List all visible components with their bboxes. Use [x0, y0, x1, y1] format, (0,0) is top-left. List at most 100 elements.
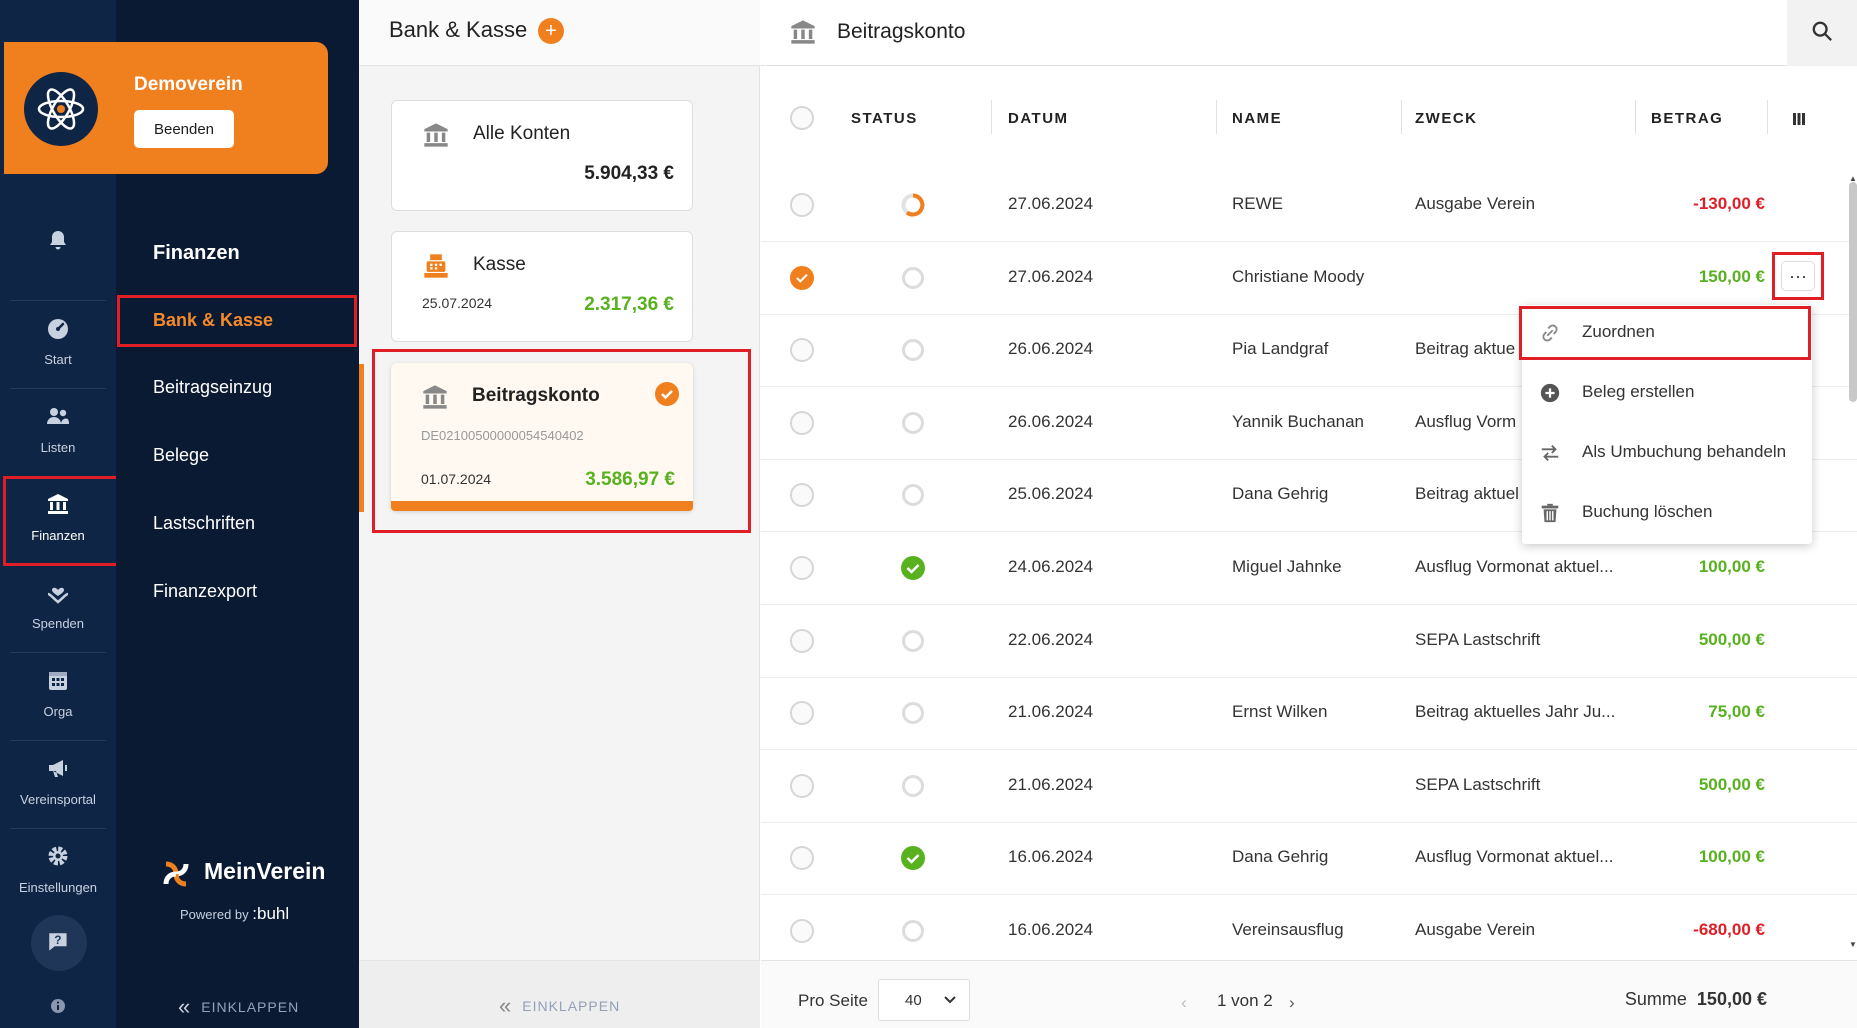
row-amount: 100,00 € — [1698, 557, 1765, 576]
row-date: 22.06.2024 — [1008, 629, 1094, 649]
donation-icon — [47, 587, 69, 604]
rail-notifications[interactable] — [0, 212, 116, 298]
per-page-select[interactable]: 40 — [878, 979, 970, 1021]
column-divider — [1767, 100, 1768, 134]
swap-arrows-icon — [1541, 445, 1559, 461]
status-done-icon — [901, 846, 925, 871]
nav-active-highlight — [117, 295, 357, 347]
select-all-checkbox[interactable] — [790, 106, 814, 130]
chevron-right-icon[interactable]: › — [1289, 993, 1295, 1013]
help-chat-button[interactable]: ? — [31, 915, 87, 971]
menu-item-beleg-erstellen[interactable]: Beleg erstellen — [1522, 365, 1812, 423]
status-open-icon — [901, 338, 925, 362]
row-amount: 500,00 € — [1698, 629, 1765, 649]
menu-item-buchung-loeschen[interactable]: Buchung löschen — [1522, 485, 1812, 543]
row-checkbox[interactable] — [790, 410, 814, 435]
status-open-icon — [901, 629, 925, 653]
row-purpose: Ausgabe Verein — [1415, 920, 1536, 939]
row-date: 16.06.2024 — [1008, 920, 1094, 939]
rail-item-start[interactable]: Start — [0, 300, 116, 386]
status-partial-icon — [901, 193, 925, 217]
table-row[interactable]: 21.06.2024 Ernst Wilken Beitrag aktuelles … — [761, 677, 1857, 751]
rail-item-orga[interactable]: Orga — [0, 652, 116, 738]
table-row[interactable]: 27.06.2024 REWE Ausgabe Verein -130,00 € — [761, 169, 1857, 242]
row-date: 21.06.2024 — [1008, 774, 1094, 794]
account-card-alle-konten[interactable]: Alle Konten 5.904,33 € — [391, 100, 693, 211]
nav-item-finanzexport[interactable]: Finanzexport — [153, 581, 257, 602]
row-date: 16.06.2024 — [1008, 847, 1094, 867]
megaphone-icon — [49, 760, 67, 777]
status-open-icon — [901, 701, 925, 725]
end-session-button[interactable]: Beenden — [134, 110, 234, 148]
status-open-icon — [901, 774, 925, 798]
double-chevron-left-icon: « — [499, 993, 513, 1018]
column-datum[interactable]: DATUM — [1008, 110, 1069, 127]
nav-item-lastschriften[interactable]: Lastschriften — [153, 513, 255, 534]
row-checkbox[interactable] — [790, 919, 814, 943]
row-checkbox[interactable] — [790, 846, 814, 871]
column-status[interactable]: STATUS — [851, 110, 918, 127]
rail-item-listen[interactable]: Listen — [0, 388, 116, 474]
row-date: 27.06.2024 — [1008, 194, 1094, 213]
row-amount: 150,00 € — [1698, 266, 1765, 286]
bank-icon — [424, 123, 448, 147]
table-row[interactable]: 21.06.2024 SEPA Lastschrift 500,00 € — [761, 750, 1857, 823]
row-checkbox[interactable] — [790, 556, 814, 580]
org-card: Demoverein Beenden — [4, 42, 328, 174]
table-scrollbar[interactable] — [1849, 182, 1857, 402]
rail-item-spenden[interactable]: Spenden — [0, 564, 116, 650]
row-name: Vereinsausflug — [1232, 920, 1344, 939]
row-purpose: Ausflug Vormonat aktuel... — [1415, 847, 1614, 867]
column-name[interactable]: NAME — [1232, 110, 1282, 127]
row-date: 24.06.2024 — [1008, 557, 1094, 576]
search-icon — [1812, 21, 1832, 41]
sum-total: Summe 150,00 € — [1624, 989, 1767, 1009]
per-page-value: 40 — [905, 992, 922, 1009]
table-row[interactable]: 16.06.2024 Dana Gehrig Ausflug Vormonat ak… — [761, 822, 1857, 896]
account-card-kasse[interactable]: Kasse 25.07.2024 2.317,36 € — [391, 231, 693, 342]
column-settings-icon[interactable] — [1792, 112, 1806, 126]
table-row[interactable]: 22.06.2024 SEPA Lastschrift 500,00 € — [761, 605, 1857, 678]
accounts-footer: «EINKLAPPEN — [359, 960, 760, 1028]
table-row[interactable]: 27.06.2024 Christiane Moody 150,00 € — [761, 242, 1857, 315]
column-betrag[interactable]: BETRAG — [1651, 110, 1723, 127]
row-checkbox[interactable] — [790, 701, 814, 726]
rail-item-vereinsportal[interactable]: Vereinsportal — [0, 740, 116, 826]
chevron-left-icon[interactable]: ‹ — [1181, 993, 1187, 1013]
row-checkbox[interactable] — [790, 483, 814, 508]
row-purpose: SEPA Lastschrift — [1415, 629, 1541, 649]
brand-name: MeinVerein — [204, 858, 326, 884]
row-checkbox[interactable] — [790, 338, 814, 363]
svg-text:?: ? — [54, 933, 61, 947]
row-checkbox[interactable] — [790, 628, 814, 653]
row-date: 26.06.2024 — [1008, 411, 1094, 431]
rail-item-einstellungen[interactable]: Einstellungen — [0, 828, 116, 914]
row-checkbox[interactable] — [790, 773, 814, 798]
nav-item-beitragseinzug[interactable]: Beitragseinzug — [153, 377, 272, 398]
calendar-icon — [49, 672, 67, 690]
row-name: Dana Gehrig — [1232, 484, 1329, 504]
table-row[interactable]: 16.06.2024 Vereinsausflug Ausgabe Verein -6… — [761, 895, 1857, 968]
row-name: Ernst Wilken — [1232, 702, 1328, 722]
cash-register-icon — [424, 254, 448, 278]
row-more-button[interactable]: ··· — [1782, 262, 1814, 290]
menu-item-umbuchung[interactable]: Als Umbuchung behandeln — [1522, 425, 1812, 483]
column-zweck[interactable]: ZWECK — [1415, 110, 1478, 127]
org-name: Demoverein — [134, 74, 243, 95]
row-checkbox[interactable] — [790, 265, 814, 290]
nav-item-belege[interactable]: Belege — [153, 445, 209, 466]
row-name: Pia Landgraf — [1232, 339, 1329, 359]
search-button[interactable] — [1787, 0, 1857, 66]
add-account-button[interactable]: + — [538, 18, 564, 44]
rail-active-highlight — [3, 476, 120, 566]
scroll-down-icon[interactable]: ▼ — [1849, 941, 1857, 949]
meinverein-logo-icon — [163, 861, 189, 887]
transactions-header: Beitragskonto — [761, 0, 1857, 66]
help-chat-icon: ? — [49, 933, 67, 951]
nav-collapse-button[interactable]: «EINKLAPPEN — [178, 992, 299, 1019]
menu-item-highlight — [1519, 306, 1811, 360]
info-icon[interactable] — [50, 998, 66, 1014]
scroll-up-icon[interactable]: ▲ — [1849, 175, 1857, 183]
row-checkbox[interactable] — [790, 193, 814, 217]
accounts-collapse-button[interactable]: «EINKLAPPEN — [499, 991, 620, 1018]
